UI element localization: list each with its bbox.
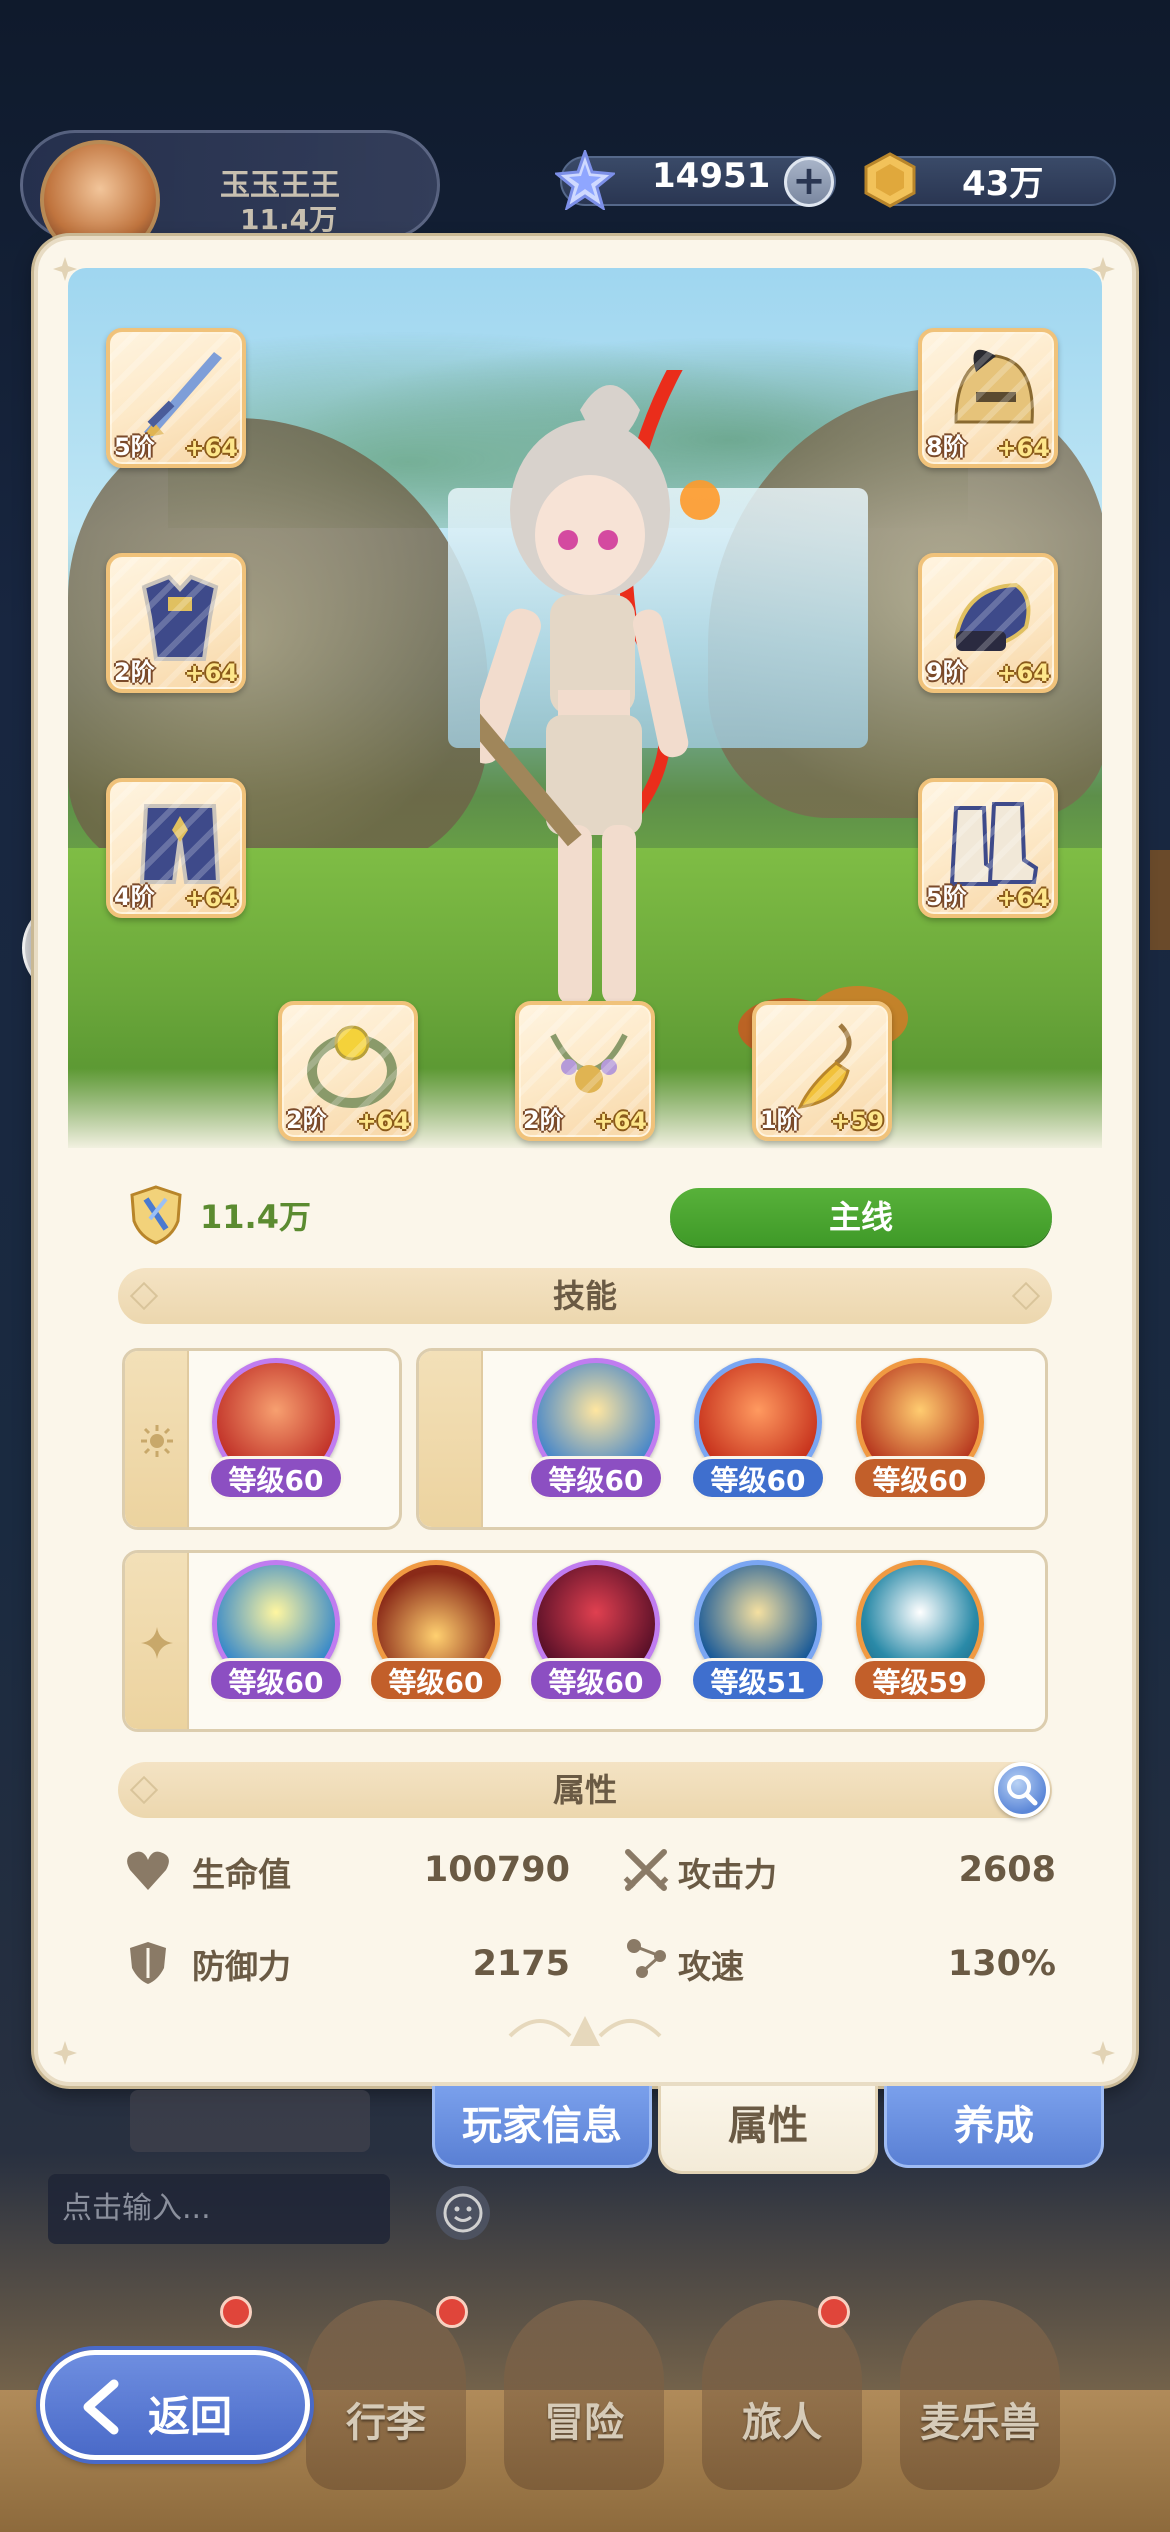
gloves-slot[interactable]: 9阶 +64 — [918, 553, 1058, 693]
back-arrow-icon — [83, 2379, 119, 2435]
hp-label: 生命值 — [192, 1855, 291, 1894]
speed-icon — [627, 1939, 666, 1978]
pants-slot[interactable]: 4阶 +64 — [106, 778, 246, 918]
skill-moon-1[interactable]: 等级60 — [528, 1356, 664, 1500]
corner-ornament — [1091, 257, 1115, 281]
corner-ornament — [53, 257, 77, 281]
skills-title: 技能 — [552, 1277, 617, 1315]
weapon-slot[interactable]: 5阶 +64 — [106, 328, 246, 468]
background-panel — [130, 2090, 370, 2152]
attack-speed-value: 130% — [947, 1944, 1056, 1984]
necklace-icon — [550, 1033, 628, 1093]
back-label: 返回 — [148, 2392, 233, 2441]
notification-dot — [818, 2296, 850, 2328]
corner-ornament — [53, 2041, 77, 2065]
heart-icon — [127, 1851, 169, 1890]
skill-moon-2[interactable]: 等级60 — [690, 1356, 826, 1500]
defense-value: 2175 — [472, 1944, 570, 1984]
helmet-icon — [954, 349, 1034, 424]
panel-ornament — [508, 2016, 662, 2046]
attack-label: 攻击力 — [678, 1855, 777, 1894]
skill-star-5[interactable]: 等级59 — [852, 1558, 988, 1702]
sparkle-icon — [141, 1627, 173, 1659]
notification-dot — [436, 2296, 468, 2328]
nav-traveler-label: 旅人 — [742, 2400, 822, 2446]
shield-icon — [130, 1942, 166, 1984]
skill-star-2[interactable]: 等级60 — [368, 1558, 504, 1702]
attributes-title: 属性 — [552, 1771, 617, 1809]
player-character[interactable] — [480, 370, 740, 1030]
attributes-section-header: 属性 — [118, 1762, 1052, 1818]
boots-icon — [949, 802, 1039, 886]
nav-bag-label: 行李 — [346, 2400, 426, 2446]
chest-armor-icon — [141, 574, 219, 661]
add-gems-button[interactable]: + — [784, 157, 834, 207]
skill-star-4[interactable]: 等级51 — [690, 1558, 826, 1702]
crossed-swords-icon — [623, 1849, 669, 1891]
armor-slot[interactable]: 2阶 +64 — [106, 553, 246, 693]
sword-icon — [142, 352, 222, 438]
boots-slot[interactable]: 5阶 +64 — [918, 778, 1058, 918]
moon-icon — [443, 1427, 457, 1455]
charm-icon — [797, 1023, 852, 1109]
combat-power-value: 11.4万 — [200, 1198, 311, 1236]
attribute-detail-button[interactable] — [994, 1762, 1050, 1818]
smiley-icon — [443, 2193, 483, 2233]
search-icon — [1007, 1775, 1038, 1806]
ring-slot[interactable]: 2阶 +64 — [278, 1001, 418, 1141]
necklace-slot[interactable]: 2阶 +64 — [515, 1001, 655, 1141]
attack-value: 2608 — [958, 1850, 1056, 1890]
chat-input[interactable]: 点击输入... — [48, 2174, 390, 2244]
gauntlet-icon — [953, 582, 1031, 651]
gem-value: 14951 — [652, 156, 771, 196]
emoji-button[interactable] — [436, 2186, 490, 2240]
main-quest-button[interactable]: 主线 — [670, 1188, 1052, 1246]
leg-armor-icon — [139, 804, 221, 884]
skill-sun-1[interactable]: 等级60 — [208, 1356, 344, 1500]
background-edge — [1150, 850, 1170, 950]
charm-slot[interactable]: 1阶 +59 — [752, 1001, 892, 1141]
power-shield-icon — [130, 1185, 182, 1245]
skill-moon-3[interactable]: 等级60 — [852, 1356, 988, 1500]
nav-adventure-label: 冒险 — [544, 2400, 624, 2446]
corner-ornament — [1091, 2041, 1115, 2065]
skill-star-3[interactable]: 等级60 — [528, 1558, 664, 1702]
gold-coin-icon — [864, 152, 916, 208]
skills-section-header: 技能 — [118, 1268, 1052, 1324]
attack-speed-label: 攻速 — [678, 1947, 744, 1986]
tab-attributes[interactable]: 属性 — [658, 2086, 878, 2174]
notification-dot — [220, 2296, 252, 2328]
crystal-gem-icon — [555, 150, 615, 210]
skill-star-1[interactable]: 等级60 — [208, 1558, 344, 1702]
coin-value: 43万 — [962, 164, 1044, 204]
player-power: 11.4万 — [240, 203, 338, 236]
hp-value: 100790 — [423, 1850, 570, 1890]
tab-player-info[interactable]: 玩家信息 — [432, 2086, 652, 2168]
helmet-slot[interactable]: 8阶 +64 — [918, 328, 1058, 468]
sun-icon — [141, 1425, 173, 1457]
ring-icon — [307, 1025, 397, 1108]
tab-develop[interactable]: 养成 — [884, 2086, 1104, 2168]
defense-label: 防御力 — [192, 1947, 291, 1986]
nav-pet-label: 麦乐兽 — [920, 2400, 1040, 2446]
